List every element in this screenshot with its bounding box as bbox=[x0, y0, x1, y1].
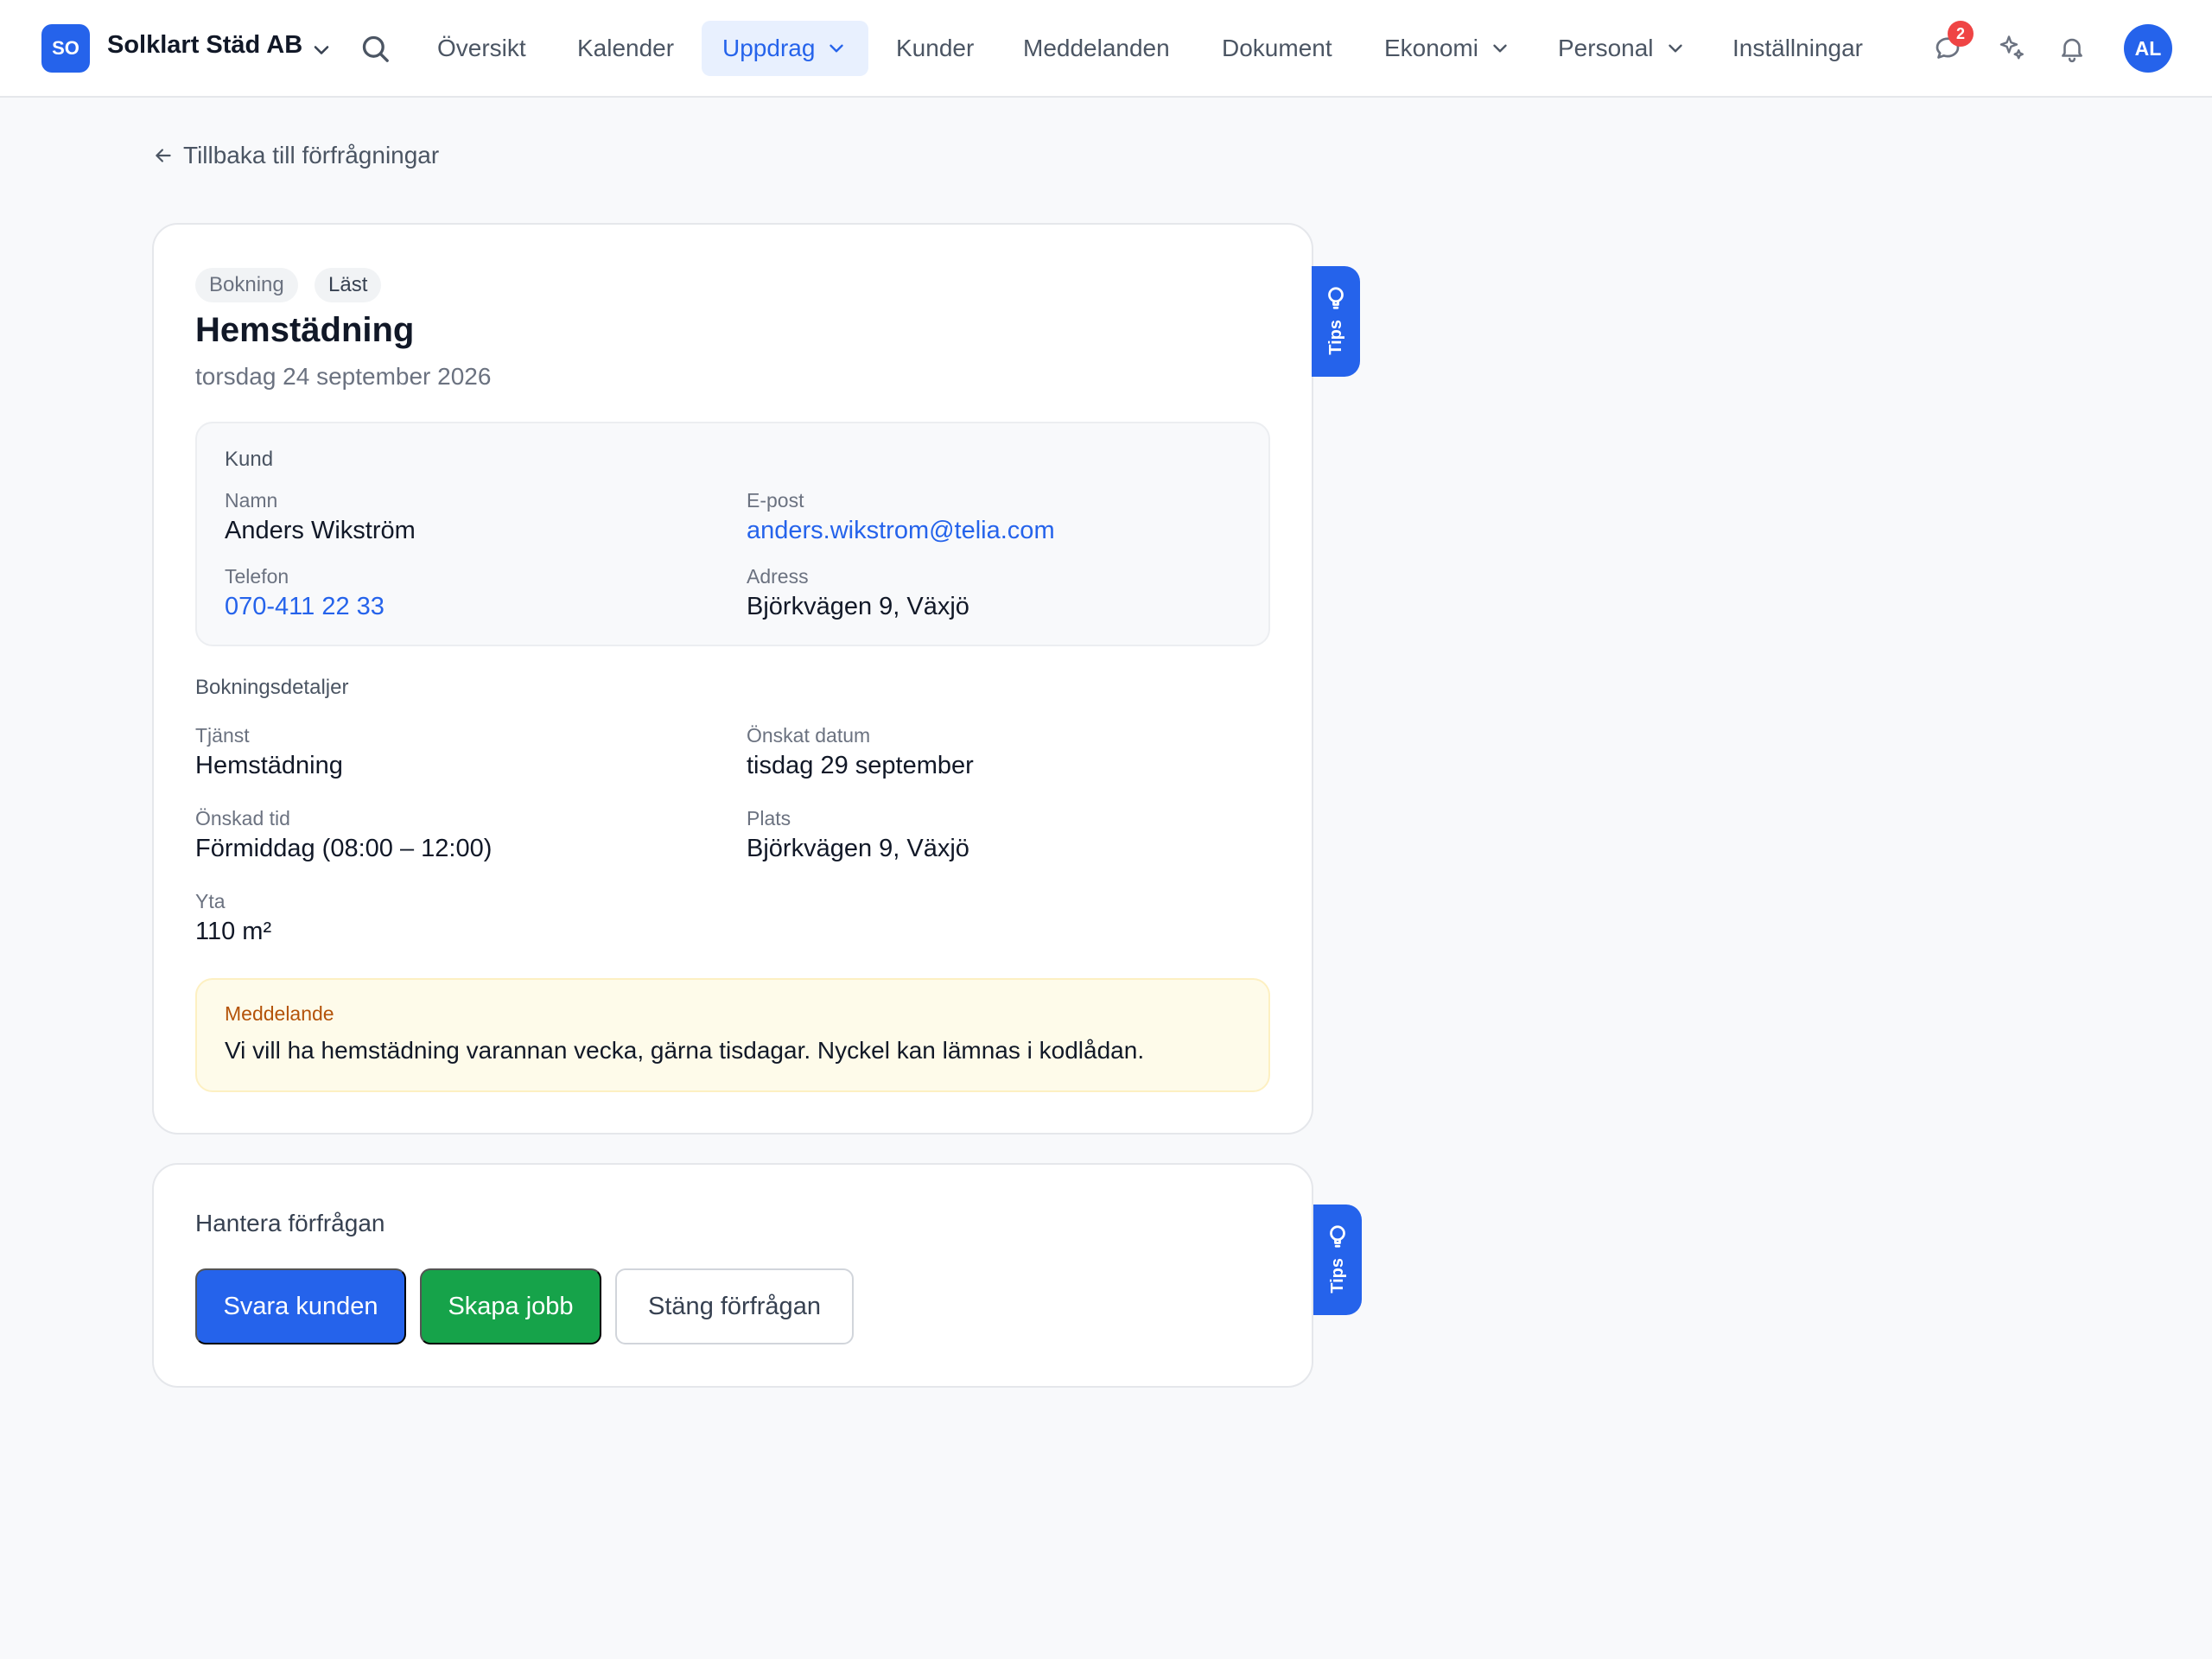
nav-item-uppdrag[interactable]: Uppdrag bbox=[702, 21, 869, 76]
place-label: Plats bbox=[747, 807, 791, 830]
nav-item-meddelanden[interactable]: Meddelanden bbox=[1023, 21, 1170, 76]
tips-label: Tips bbox=[1327, 1258, 1347, 1294]
chevron-down-icon[interactable] bbox=[309, 38, 334, 62]
nav-item-kalender[interactable]: Kalender bbox=[577, 21, 674, 76]
chevron-down-icon bbox=[830, 44, 844, 53]
nav-item-kunder[interactable]: Kunder bbox=[896, 21, 974, 76]
booking-details-title: Bokningsdetaljer bbox=[195, 676, 349, 699]
sparkles-icon bbox=[1999, 35, 2024, 60]
ai-assistant-button[interactable] bbox=[1993, 29, 2031, 67]
notifications-button[interactable] bbox=[2053, 29, 2091, 67]
arrow-left-icon bbox=[156, 149, 171, 162]
top-navigation-bar: SO Solklart Städ AB Översikt Kalender Up… bbox=[0, 0, 2212, 98]
place-value: Björkvägen 9, Växjö bbox=[747, 835, 969, 862]
request-title: Hemstädning bbox=[195, 311, 415, 349]
lightbulb-icon bbox=[1328, 287, 1344, 309]
customer-email-link[interactable]: anders.wikstrom@telia.com bbox=[747, 517, 1055, 545]
area-value: 110 m² bbox=[195, 918, 272, 945]
nav-item-installningar[interactable]: Inställningar bbox=[1732, 21, 1863, 76]
nav-item-oversikt[interactable]: Översikt bbox=[437, 21, 526, 76]
customer-info-box: Kund Namn Anders Wikström E-post anders.… bbox=[195, 422, 1270, 646]
nav-item-personal-label: Personal bbox=[1558, 35, 1654, 61]
customer-name: Anders Wikström bbox=[225, 517, 416, 544]
service-value: Hemstädning bbox=[195, 752, 343, 779]
customer-email-label: E-post bbox=[747, 489, 804, 512]
manage-request-card: Hantera förfrågan Svara kunden Skapa job… bbox=[152, 1163, 1313, 1388]
message-label: Meddelande bbox=[225, 1002, 334, 1025]
chevron-down-icon bbox=[1493, 44, 1507, 53]
requested-date-value: tisdag 29 september bbox=[747, 752, 974, 779]
customer-phone-link[interactable]: 070-411 22 33 bbox=[225, 593, 385, 621]
requested-date-label: Önskat datum bbox=[747, 724, 871, 747]
area-label: Yta bbox=[195, 890, 226, 912]
tips-label: Tips bbox=[1325, 320, 1345, 355]
customer-section-title: Kund bbox=[225, 448, 274, 471]
back-link-label: Tillbaka till förfrågningar bbox=[183, 142, 440, 168]
manage-request-title: Hantera förfrågan bbox=[195, 1210, 385, 1236]
lightbulb-icon bbox=[1330, 1225, 1345, 1248]
request-type-tag: Bokning bbox=[195, 268, 298, 302]
customer-message-box: Meddelande Vi vill ha hemstädning varann… bbox=[195, 978, 1270, 1092]
reply-customer-button[interactable]: Svara kunden bbox=[195, 1268, 406, 1344]
request-date: torsdag 24 september 2026 bbox=[195, 363, 492, 390]
create-job-button[interactable]: Skapa jobb bbox=[420, 1268, 601, 1344]
tips-tab[interactable]: Tips bbox=[1313, 1205, 1362, 1315]
requested-time-label: Önskad tid bbox=[195, 807, 290, 830]
search-icon[interactable] bbox=[358, 31, 392, 66]
user-avatar[interactable]: AL bbox=[2124, 24, 2172, 73]
request-status-tag: Läst bbox=[315, 268, 382, 302]
service-label: Tjänst bbox=[195, 724, 250, 747]
nav-item-ekonomi-label: Ekonomi bbox=[1384, 35, 1478, 61]
customer-name-label: Namn bbox=[225, 489, 278, 512]
customer-phone-label: Telefon bbox=[225, 565, 289, 588]
back-to-requests-link[interactable]: Tillbaka till förfrågningar bbox=[152, 142, 439, 169]
message-text: Vi vill ha hemstädning varannan vecka, g… bbox=[225, 1037, 1145, 1064]
customer-address-label: Adress bbox=[747, 565, 809, 588]
nav-item-ekonomi[interactable]: Ekonomi bbox=[1384, 21, 1511, 76]
customer-address: Björkvägen 9, Växjö bbox=[747, 593, 969, 620]
nav-item-dokument[interactable]: Dokument bbox=[1222, 21, 1332, 76]
tips-tab[interactable]: Tips bbox=[1312, 266, 1360, 377]
nav-item-personal[interactable]: Personal bbox=[1558, 21, 1687, 76]
request-details-card: Bokning Läst Hemstädning torsdag 24 sept… bbox=[152, 223, 1313, 1135]
requested-time-value: Förmiddag (08:00 – 12:00) bbox=[195, 835, 493, 862]
nav-item-uppdrag-label: Uppdrag bbox=[722, 35, 816, 61]
chevron-down-icon bbox=[1668, 44, 1682, 53]
messages-count-badge: 2 bbox=[1948, 21, 1974, 47]
bell-icon bbox=[2062, 38, 2082, 63]
close-request-button[interactable]: Stäng förfrågan bbox=[615, 1268, 854, 1344]
company-name[interactable]: Solklart Städ AB bbox=[107, 31, 302, 60]
company-logo[interactable]: SO bbox=[41, 24, 90, 73]
